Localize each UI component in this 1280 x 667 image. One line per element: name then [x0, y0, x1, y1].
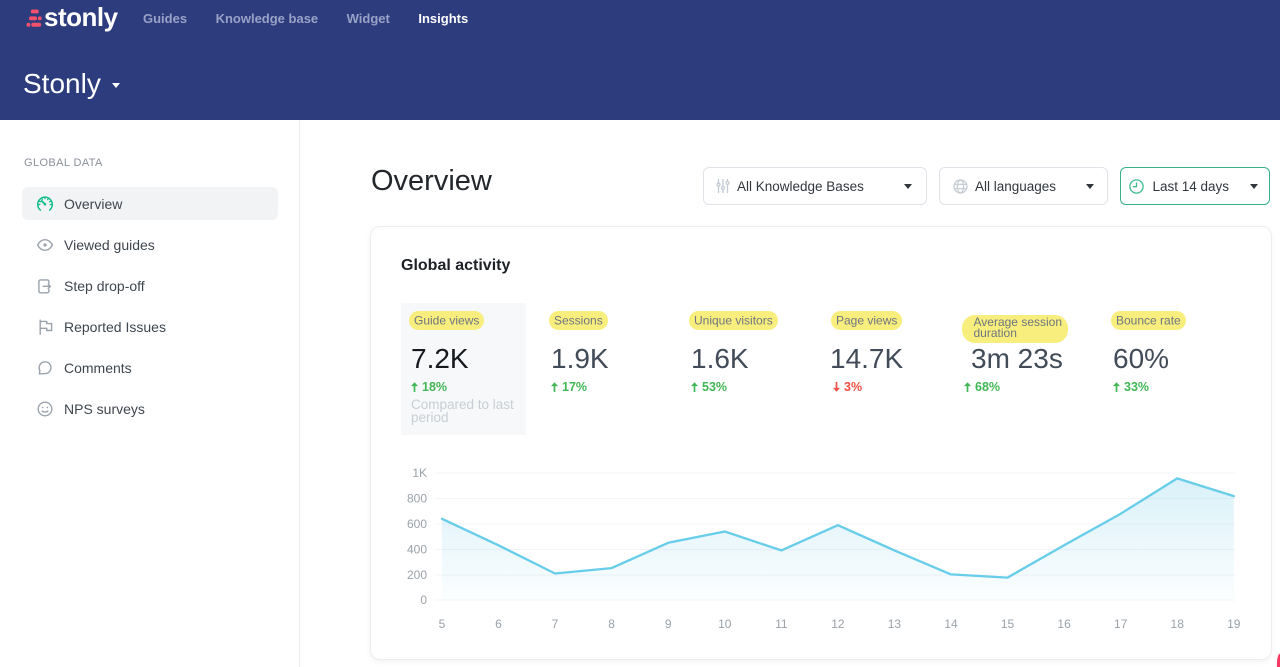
svg-text:15: 15	[1001, 617, 1015, 631]
svg-text:18: 18	[1171, 617, 1185, 631]
svg-text:5: 5	[439, 617, 446, 631]
svg-text:13: 13	[888, 617, 902, 631]
svg-text:0: 0	[420, 593, 427, 607]
svg-text:600: 600	[407, 517, 427, 531]
svg-text:6: 6	[495, 617, 502, 631]
svg-text:9: 9	[665, 617, 672, 631]
svg-text:400: 400	[407, 543, 427, 557]
svg-text:12: 12	[831, 617, 845, 631]
svg-text:16: 16	[1057, 617, 1071, 631]
svg-text:14: 14	[944, 617, 958, 631]
svg-text:8: 8	[608, 617, 615, 631]
svg-text:19: 19	[1227, 617, 1241, 631]
svg-text:200: 200	[407, 568, 427, 582]
svg-text:7: 7	[552, 617, 559, 631]
svg-text:1K: 1K	[412, 466, 427, 480]
svg-text:10: 10	[718, 617, 732, 631]
svg-text:800: 800	[407, 492, 427, 506]
svg-text:17: 17	[1114, 617, 1128, 631]
svg-text:11: 11	[775, 617, 788, 631]
